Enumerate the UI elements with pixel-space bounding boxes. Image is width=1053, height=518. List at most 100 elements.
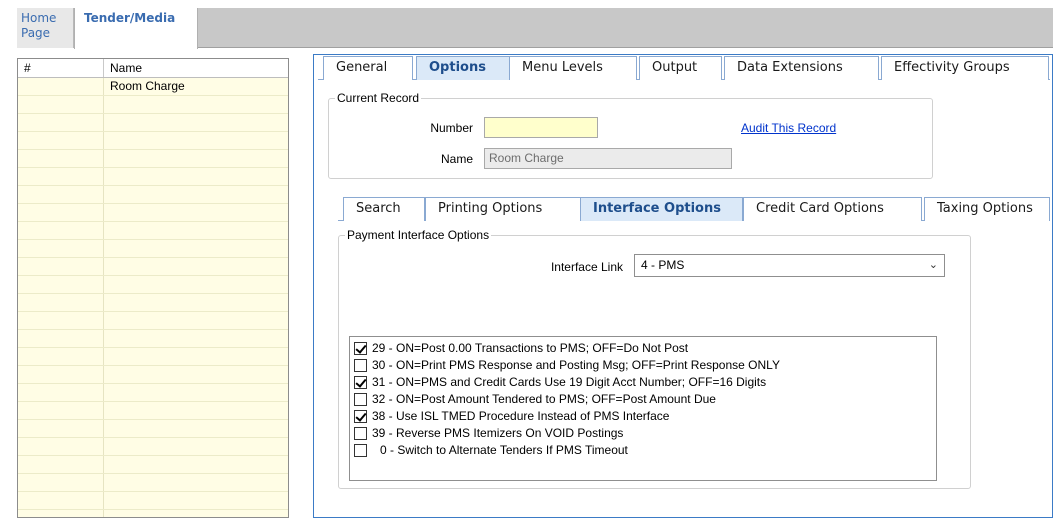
row-name-cell[interactable] (104, 384, 288, 401)
grid-header-number[interactable]: # (18, 59, 104, 77)
row-number-cell[interactable] (18, 348, 104, 365)
row-name-cell[interactable] (104, 96, 288, 113)
row-number-cell[interactable] (18, 438, 104, 455)
table-row[interactable] (18, 420, 288, 438)
row-name-cell[interactable] (104, 348, 288, 365)
tab-credit-card-options[interactable]: Credit Card Options (743, 197, 922, 221)
option-30[interactable]: 30 - ON=Print PMS Response and Posting M… (354, 357, 780, 373)
option-0[interactable]: 0 - Switch to Alternate Tenders If PMS T… (354, 442, 628, 458)
row-number-cell[interactable] (18, 402, 104, 419)
row-name-cell[interactable] (104, 222, 288, 239)
option-32[interactable]: 32 - ON=Post Amount Tendered to PMS; OFF… (354, 391, 716, 407)
row-number-cell[interactable] (18, 78, 104, 95)
option-39[interactable]: 39 - Reverse PMS Itemizers On VOID Posti… (354, 425, 623, 441)
table-row[interactable] (18, 366, 288, 384)
row-name-cell[interactable] (104, 492, 288, 509)
row-name-cell[interactable] (104, 456, 288, 473)
row-number-cell[interactable] (18, 96, 104, 113)
tab-interface-options[interactable]: Interface Options (580, 197, 743, 221)
row-number-cell[interactable] (18, 132, 104, 149)
row-name-cell[interactable] (104, 240, 288, 257)
table-row[interactable] (18, 276, 288, 294)
row-name-cell[interactable] (104, 168, 288, 185)
tab-general[interactable]: General (323, 56, 413, 80)
table-row[interactable] (18, 402, 288, 420)
tab-tender-media[interactable]: Tender/Media (74, 8, 198, 49)
row-name-cell[interactable] (104, 150, 288, 167)
table-row[interactable] (18, 348, 288, 366)
option-38[interactable]: 38 - Use ISL TMED Procedure Instead of P… (354, 408, 669, 424)
audit-record-link[interactable]: Audit This Record (741, 121, 836, 135)
row-name-cell[interactable] (104, 294, 288, 311)
row-number-cell[interactable] (18, 474, 104, 491)
row-number-cell[interactable] (18, 384, 104, 401)
row-number-cell[interactable] (18, 420, 104, 437)
option-29[interactable]: 29 - ON=Post 0.00 Transactions to PMS; O… (354, 340, 688, 356)
row-name-cell[interactable]: Room Charge (104, 78, 288, 95)
table-row[interactable] (18, 294, 288, 312)
row-number-cell[interactable] (18, 276, 104, 293)
tab-output[interactable]: Output (639, 56, 722, 80)
row-number-cell[interactable] (18, 330, 104, 347)
row-name-cell[interactable] (104, 330, 288, 347)
row-number-cell[interactable] (18, 186, 104, 203)
row-name-cell[interactable] (104, 132, 288, 149)
grid-header-name[interactable]: Name (104, 59, 288, 77)
table-row[interactable] (18, 132, 288, 150)
row-name-cell[interactable] (104, 420, 288, 437)
checkbox[interactable] (354, 426, 367, 440)
table-row[interactable] (18, 222, 288, 240)
checkbox[interactable] (354, 341, 367, 355)
row-name-cell[interactable] (104, 204, 288, 221)
table-row[interactable] (18, 438, 288, 456)
row-number-cell[interactable] (18, 456, 104, 473)
row-number-cell[interactable] (18, 168, 104, 185)
table-row[interactable] (18, 510, 288, 517)
checkbox[interactable] (354, 358, 367, 372)
interface-options-checklist[interactable]: 29 - ON=Post 0.00 Transactions to PMS; O… (349, 336, 937, 481)
checkbox[interactable] (354, 375, 367, 389)
row-name-cell[interactable] (104, 402, 288, 419)
table-row[interactable] (18, 168, 288, 186)
table-row[interactable] (18, 384, 288, 402)
row-name-cell[interactable] (104, 258, 288, 275)
table-row[interactable] (18, 204, 288, 222)
interface-link-select[interactable]: 4 - PMS ⌄ (634, 254, 945, 277)
name-field[interactable]: Room Charge (484, 148, 732, 169)
checkbox[interactable] (354, 409, 367, 423)
table-row[interactable] (18, 474, 288, 492)
row-number-cell[interactable] (18, 222, 104, 239)
table-row[interactable] (18, 150, 288, 168)
row-number-cell[interactable] (18, 204, 104, 221)
row-number-cell[interactable] (18, 114, 104, 131)
checkbox[interactable] (354, 392, 367, 406)
row-number-cell[interactable] (18, 312, 104, 329)
row-name-cell[interactable] (104, 474, 288, 491)
tab-home-page[interactable]: Home Page (17, 8, 74, 48)
tab-search[interactable]: Search (343, 197, 425, 221)
tab-menu-levels[interactable]: Menu Levels (509, 56, 637, 80)
row-number-cell[interactable] (18, 510, 104, 517)
table-row[interactable] (18, 240, 288, 258)
row-number-cell[interactable] (18, 294, 104, 311)
row-name-cell[interactable] (104, 114, 288, 131)
table-row[interactable] (18, 258, 288, 276)
table-row[interactable] (18, 114, 288, 132)
number-field[interactable] (484, 117, 598, 138)
row-name-cell[interactable] (104, 276, 288, 293)
records-grid[interactable]: # Name Room Charge (17, 58, 289, 518)
tab-taxing-options[interactable]: Taxing Options (924, 197, 1050, 221)
row-name-cell[interactable] (104, 366, 288, 383)
table-row[interactable] (18, 456, 288, 474)
row-number-cell[interactable] (18, 366, 104, 383)
row-name-cell[interactable] (104, 186, 288, 203)
tab-options[interactable]: Options (416, 56, 510, 80)
table-row[interactable] (18, 330, 288, 348)
row-number-cell[interactable] (18, 492, 104, 509)
tab-printing-options[interactable]: Printing Options (425, 197, 581, 221)
row-name-cell[interactable] (104, 312, 288, 329)
table-row[interactable]: Room Charge (18, 78, 288, 96)
table-row[interactable] (18, 96, 288, 114)
tab-effectivity-groups[interactable]: Effectivity Groups (881, 56, 1049, 80)
row-number-cell[interactable] (18, 150, 104, 167)
